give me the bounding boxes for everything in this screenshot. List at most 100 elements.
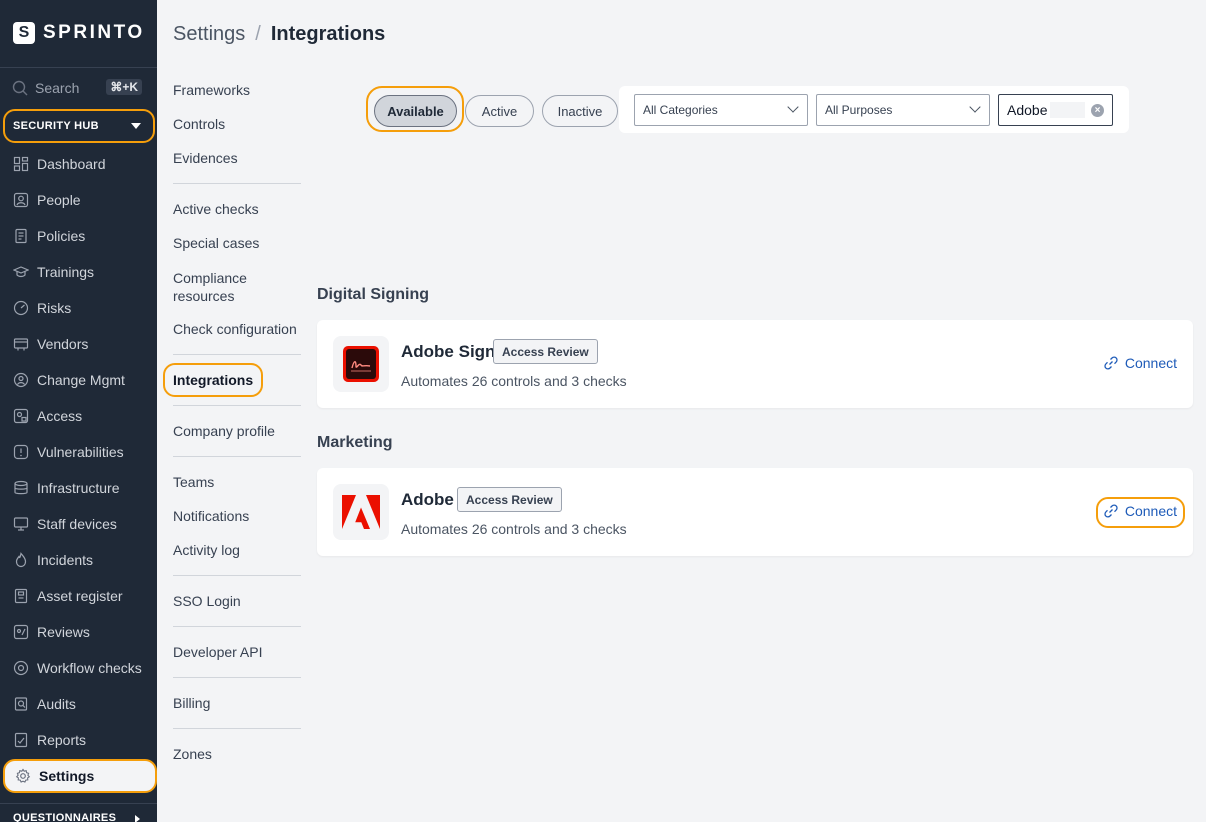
settings-menu-divider	[173, 456, 301, 457]
sidebar-bottom-divider	[0, 803, 157, 804]
sidebar-item-vulnerabilities[interactable]: Vulnerabilities	[0, 437, 157, 467]
settings-menu-active-checks[interactable]: Active checks	[173, 201, 259, 217]
sidebar-item-settings[interactable]: Settings	[3, 759, 157, 793]
section-title-marketing: Marketing	[317, 434, 393, 451]
change-mgmt-icon	[13, 372, 29, 388]
logo-mark: S	[13, 22, 35, 44]
incidents-icon	[13, 552, 29, 568]
settings-menu-divider	[173, 677, 301, 678]
settings-menu-controls[interactable]: Controls	[173, 116, 225, 132]
settings-menu-special-cases[interactable]: Special cases	[173, 235, 259, 251]
integration-card-adobe: Adobe Access Review Automates 26 control…	[317, 468, 1193, 556]
sidebar-item-people[interactable]: People	[0, 185, 157, 215]
settings-menu-evidences[interactable]: Evidences	[173, 150, 238, 166]
settings-menu-divider	[173, 626, 301, 627]
sidebar-item-label: People	[37, 192, 81, 208]
integration-name: Adobe	[401, 490, 454, 509]
integration-search-input[interactable]	[1007, 102, 1085, 118]
sidebar-item-label: Infrastructure	[37, 480, 120, 496]
sidebar-item-asset-register[interactable]: Asset register	[0, 581, 157, 611]
asset-register-icon	[13, 588, 29, 604]
breadcrumb-separator: /	[255, 23, 261, 45]
sidebar-item-change-mgmt[interactable]: Change Mgmt	[0, 365, 157, 395]
adobe-logo	[333, 484, 389, 540]
connect-label: Connect	[1124, 355, 1177, 371]
integration-search: ×	[998, 94, 1113, 126]
people-icon	[13, 192, 29, 208]
settings-menu-frameworks[interactable]: Frameworks	[173, 82, 250, 98]
sidebar-item-label: Asset register	[37, 588, 123, 604]
reports-icon	[13, 732, 29, 748]
sidebar-item-risks[interactable]: Risks	[0, 293, 157, 323]
settings-menu-activity-log[interactable]: Activity log	[173, 542, 240, 558]
settings-menu-divider	[173, 354, 301, 355]
sidebar-divider	[0, 67, 157, 68]
tab-active[interactable]: Active	[465, 95, 534, 127]
sidebar-item-dashboard[interactable]: Dashboard	[0, 149, 157, 179]
integration-description: Automates 26 controls and 3 checks	[401, 521, 627, 537]
settings-menu-billing[interactable]: Billing	[173, 695, 210, 711]
reviews-icon	[13, 624, 29, 640]
category-select-value: All Categories	[643, 103, 718, 117]
category-select[interactable]: All Categories	[634, 94, 808, 126]
sidebar-item-reviews[interactable]: Reviews	[0, 617, 157, 647]
sidebar-item-policies[interactable]: Policies	[0, 221, 157, 251]
access-review-badge: Access Review	[493, 339, 598, 364]
sidebar-search[interactable]: Search ⌘+K	[12, 78, 142, 98]
settings-menu-developer-api[interactable]: Developer API	[173, 644, 263, 660]
settings-menu-divider	[173, 183, 301, 184]
sidebar-item-label: Settings	[39, 768, 95, 784]
settings-menu-check-configuration[interactable]: Check configuration	[173, 321, 297, 337]
sidebar-item-audits[interactable]: Audits	[0, 689, 157, 719]
tab-available-highlight	[366, 86, 464, 132]
settings-menu-company-profile[interactable]: Company profile	[173, 423, 275, 439]
tab-inactive[interactable]: Inactive	[542, 95, 618, 127]
sidebar-item-access[interactable]: Access	[0, 401, 157, 431]
sidebar-item-label: Incidents	[37, 552, 94, 568]
audits-icon	[13, 696, 29, 712]
sidebar-item-infrastructure[interactable]: Infrastructure	[0, 473, 157, 503]
section-title-digital-signing: Digital Signing	[317, 286, 429, 303]
breadcrumb-settings[interactable]: Settings	[173, 23, 245, 46]
sidebar-item-label: Risks	[37, 300, 72, 316]
vulnerabilities-icon	[13, 444, 29, 460]
settings-menu-compliance-resources[interactable]: Compliance resources	[173, 269, 273, 305]
sidebar-item-trainings[interactable]: Trainings	[0, 257, 157, 287]
connect-button[interactable]: Connect	[1103, 355, 1177, 371]
sidebar-item-label: Workflow checks	[37, 660, 142, 676]
settings-menu-zones[interactable]: Zones	[173, 746, 212, 762]
settings-menu-sso-login[interactable]: SSO Login	[173, 593, 241, 609]
sidebar-item-vendors[interactable]: Vendors	[0, 329, 157, 359]
sidebar-item-reports[interactable]: Reports	[0, 725, 157, 755]
caret-down-icon	[131, 123, 141, 129]
settings-menu-integrations[interactable]: Integrations	[163, 363, 263, 397]
sidebar-item-label: Dashboard	[37, 156, 106, 172]
settings-menu-notifications[interactable]: Notifications	[173, 508, 249, 524]
purpose-select[interactable]: All Purposes	[816, 94, 990, 126]
sidebar-item-label: Policies	[37, 228, 86, 244]
questionnaires-section[interactable]: QUESTIONNAIRES	[13, 812, 116, 822]
logo-text: SPRINTO	[43, 22, 145, 43]
sidebar-item-workflow-checks[interactable]: Workflow checks	[0, 653, 157, 683]
sidebar-item-label: Reports	[37, 732, 87, 748]
integration-name: Adobe Sign	[401, 342, 496, 361]
risks-icon	[13, 300, 29, 316]
security-hub-label: SECURITY HUB	[13, 120, 99, 132]
integration-card-adobe-sign: Adobe Sign Access Review Automates 26 co…	[317, 320, 1193, 408]
policies-icon	[13, 228, 29, 244]
sprinto-logo[interactable]: S SPRINTO	[13, 22, 145, 44]
sidebar-item-label: Audits	[37, 696, 76, 712]
sidebar-item-staff-devices[interactable]: Staff devices	[0, 509, 157, 539]
settings-menu-divider	[173, 405, 301, 406]
integration-description: Automates 26 controls and 3 checks	[401, 373, 627, 389]
page-title: Integrations	[270, 23, 386, 45]
dashboard-icon	[13, 156, 29, 172]
workflow-checks-icon	[13, 660, 29, 676]
sidebar-item-incidents[interactable]: Incidents	[0, 545, 157, 575]
clear-icon[interactable]: ×	[1091, 104, 1104, 117]
settings-icon	[15, 768, 31, 784]
security-hub-dropdown[interactable]: SECURITY HUB	[3, 109, 155, 143]
settings-menu-divider	[173, 728, 301, 729]
sidebar-item-label: Change Mgmt	[37, 372, 125, 388]
settings-menu-teams[interactable]: Teams	[173, 474, 214, 490]
